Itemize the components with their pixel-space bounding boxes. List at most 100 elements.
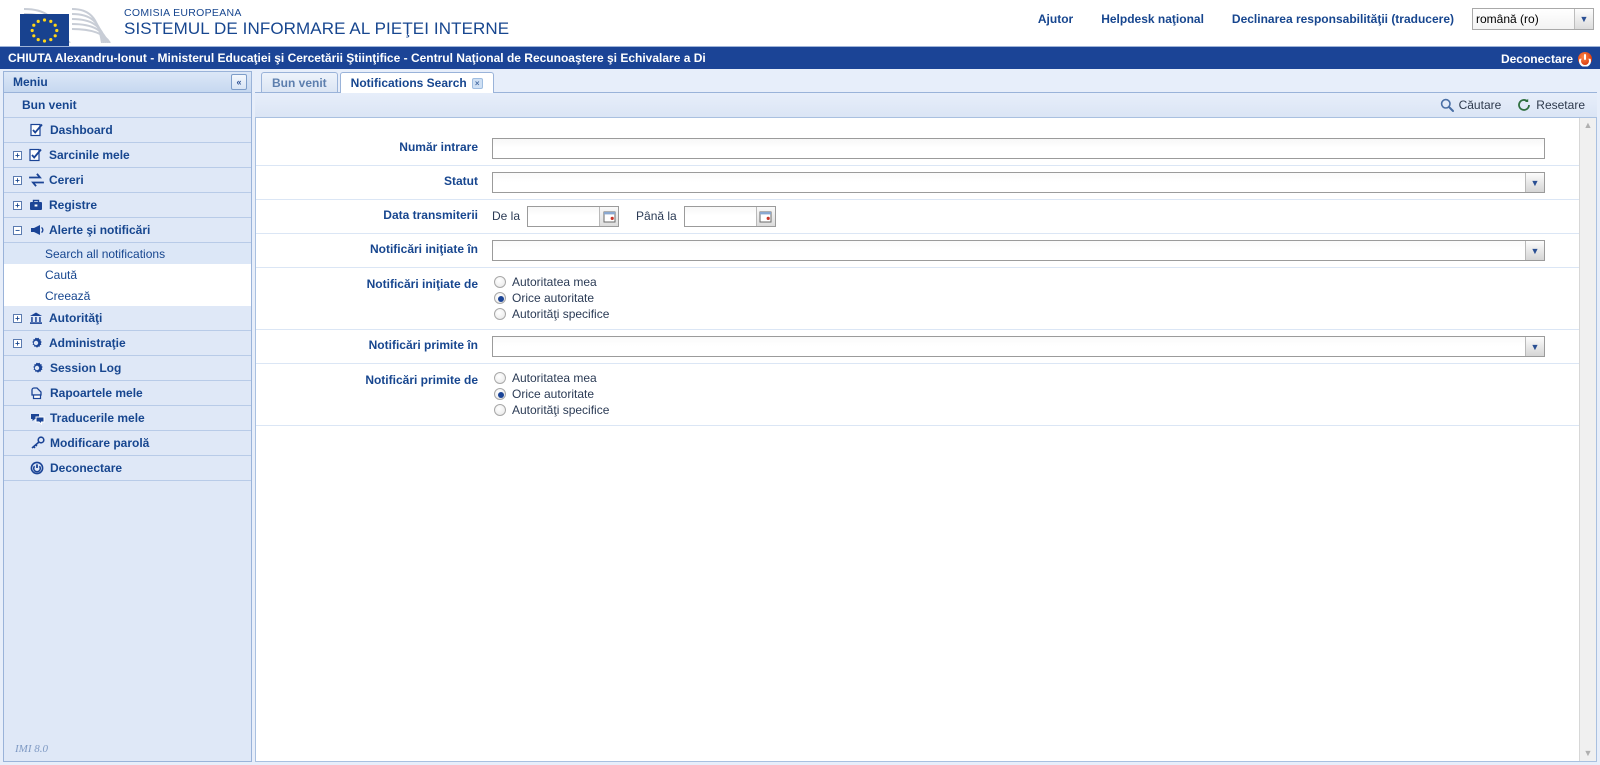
brand-line-2: SISTEMUL DE INFORMARE AL PIEŢEI INTERNE — [124, 20, 509, 38]
status-select[interactable]: ▼ — [492, 172, 1545, 193]
radio-button[interactable] — [494, 404, 506, 416]
report-icon — [29, 385, 45, 401]
sidebar-item-administratie[interactable]: + Administraţie — [4, 331, 251, 356]
tab-label: Notifications Search — [351, 76, 467, 90]
received-by-option-specific-authorities[interactable]: Autorităţi specifice — [494, 403, 609, 417]
initiated-by-label: Notificări iniţiate de — [282, 275, 492, 291]
radio-button-selected[interactable] — [494, 388, 506, 400]
expander-plus-icon[interactable]: + — [13, 201, 22, 210]
date-to-field[interactable] — [684, 206, 776, 227]
disclaimer-link[interactable]: Declinarea responsabilităţii (traducere) — [1218, 12, 1468, 26]
sidebar-item-registre[interactable]: + Registre — [4, 193, 251, 218]
sidebar-filler — [4, 481, 251, 743]
sidebar-subitem-search-all-notifications[interactable]: Search all notifications — [4, 243, 251, 264]
sidebar-subitem-label: Creează — [45, 289, 90, 303]
tab-notifications-search[interactable]: Notifications Search × — [340, 72, 494, 93]
sidebar-subitem-cauta[interactable]: Caută — [4, 264, 251, 285]
sidebar-item-deconectare[interactable]: Deconectare — [4, 456, 251, 481]
tasks-icon — [28, 147, 44, 163]
sidebar-item-rapoartele-mele[interactable]: Rapoartele mele — [4, 381, 251, 406]
close-icon[interactable]: × — [472, 78, 483, 89]
chevron-down-icon: ▼ — [1525, 337, 1544, 356]
expander-plus-icon[interactable]: + — [13, 151, 22, 160]
date-from-field[interactable] — [527, 206, 619, 227]
calendar-icon[interactable] — [756, 207, 775, 226]
brand-line-1: COMISIA EUROPEANA — [124, 8, 509, 19]
application-window: COMISIA EUROPEANA SISTEMUL DE INFORMARE … — [0, 0, 1600, 765]
translate-icon — [29, 410, 45, 426]
gear-icon — [28, 335, 44, 351]
radio-button[interactable] — [494, 276, 506, 288]
sidebar-item-traducerile-mele[interactable]: Traducerile mele — [4, 406, 251, 431]
dashboard-icon — [29, 122, 45, 138]
date-from-label: De la — [492, 206, 527, 223]
expander-plus-icon[interactable]: + — [13, 339, 22, 348]
radio-button[interactable] — [494, 372, 506, 384]
received-by-option-any-authority[interactable]: Orice autoritate — [494, 387, 609, 401]
sidebar-item-label: Traducerile mele — [50, 411, 145, 425]
sidebar-item-dashboard[interactable]: Dashboard — [4, 118, 251, 143]
double-chevron-left-icon: « — [236, 78, 241, 87]
sidebar-subitem-creeaza[interactable]: Creează — [4, 285, 251, 306]
field-row-status: Statut ▼ — [256, 166, 1579, 200]
sidebar-submenu-alerts: Search all notifications Caută Creează — [4, 243, 251, 306]
initiated-by-option-specific-authorities[interactable]: Autorităţi specifice — [494, 307, 609, 321]
received-by-option-my-authority[interactable]: Autoritatea mea — [494, 371, 609, 385]
initiated-in-select[interactable]: ▼ — [492, 240, 1545, 261]
sidebar-item-bun-venit[interactable]: Bun venit — [4, 93, 251, 118]
initiated-by-option-my-authority[interactable]: Autoritatea mea — [494, 275, 609, 289]
reset-button[interactable]: Resetare — [1517, 98, 1585, 112]
initiated-in-label: Notificări iniţiate în — [282, 240, 492, 256]
search-form-panel: Număr intrare Statut ▼ — [255, 118, 1597, 762]
vertical-scrollbar[interactable]: ▲ ▼ — [1579, 118, 1596, 761]
scroll-down-arrow-icon[interactable]: ▼ — [1584, 749, 1593, 758]
sidebar-item-modificare-parola[interactable]: Modificare parolă — [4, 431, 251, 456]
expander-plus-icon[interactable]: + — [13, 176, 22, 185]
sidebar-menu: Bun venit Dashboard + Sarcinile mele — [4, 93, 251, 481]
entry-number-input[interactable] — [492, 138, 1545, 159]
search-button[interactable]: Căutare — [1440, 98, 1502, 112]
language-selector[interactable]: română (ro) ▼ — [1472, 8, 1594, 30]
initiated-by-option-any-authority[interactable]: Orice autoritate — [494, 291, 609, 305]
power-icon — [1578, 52, 1592, 66]
help-link[interactable]: Ajutor — [1024, 12, 1087, 26]
reset-button-label: Resetare — [1536, 98, 1585, 112]
radio-button-selected[interactable] — [494, 292, 506, 304]
search-form: Număr intrare Statut ▼ — [256, 118, 1579, 761]
field-row-initiated-by: Notificări iniţiate de Autoritatea mea O… — [256, 268, 1579, 330]
sidebar-item-label: Modificare parolă — [50, 436, 149, 450]
sidebar-item-alerte-si-notificari[interactable]: − Alerte şi notificări — [4, 218, 251, 243]
expander-plus-icon[interactable]: + — [13, 314, 22, 323]
sidebar-item-cereri[interactable]: + Cereri — [4, 168, 251, 193]
radio-label: Orice autoritate — [512, 387, 594, 401]
field-row-entry-number: Număr intrare — [256, 132, 1579, 166]
radio-label: Orice autoritate — [512, 291, 594, 305]
calendar-icon[interactable] — [599, 207, 618, 226]
sidebar-item-label: Autorităţi — [49, 311, 102, 325]
gear-icon — [29, 360, 45, 376]
received-in-select[interactable]: ▼ — [492, 336, 1545, 357]
sidebar-item-autoritati[interactable]: + Autorităţi — [4, 306, 251, 331]
sidebar-collapse-button[interactable]: « — [231, 74, 247, 90]
radio-button[interactable] — [494, 308, 506, 320]
expander-minus-icon[interactable]: − — [13, 226, 22, 235]
search-button-label: Căutare — [1459, 98, 1502, 112]
eu-commission-logo — [8, 0, 118, 46]
language-selected-value: română (ro) — [1476, 12, 1539, 26]
chevron-down-icon: ▼ — [1574, 9, 1593, 29]
radio-label: Autorităţi specifice — [512, 307, 609, 321]
sidebar-item-label: Cereri — [49, 173, 84, 187]
sidebar-item-label: Dashboard — [50, 123, 113, 137]
national-helpdesk-link[interactable]: Helpdesk naţional — [1087, 12, 1218, 26]
status-label: Statut — [282, 172, 492, 188]
sidebar-item-session-log[interactable]: Session Log — [4, 356, 251, 381]
sidebar-item-sarcinile-mele[interactable]: + Sarcinile mele — [4, 143, 251, 168]
scroll-up-arrow-icon[interactable]: ▲ — [1584, 121, 1593, 130]
logout-button[interactable]: Deconectare — [1501, 47, 1592, 70]
date-to-label: Până la — [619, 206, 684, 223]
tab-label: Bun venit — [272, 76, 327, 90]
power-icon — [29, 460, 45, 476]
key-icon — [29, 435, 45, 451]
field-row-received-in: Notificări primite în ▼ — [256, 330, 1579, 364]
tab-bun-venit[interactable]: Bun venit — [261, 72, 338, 92]
